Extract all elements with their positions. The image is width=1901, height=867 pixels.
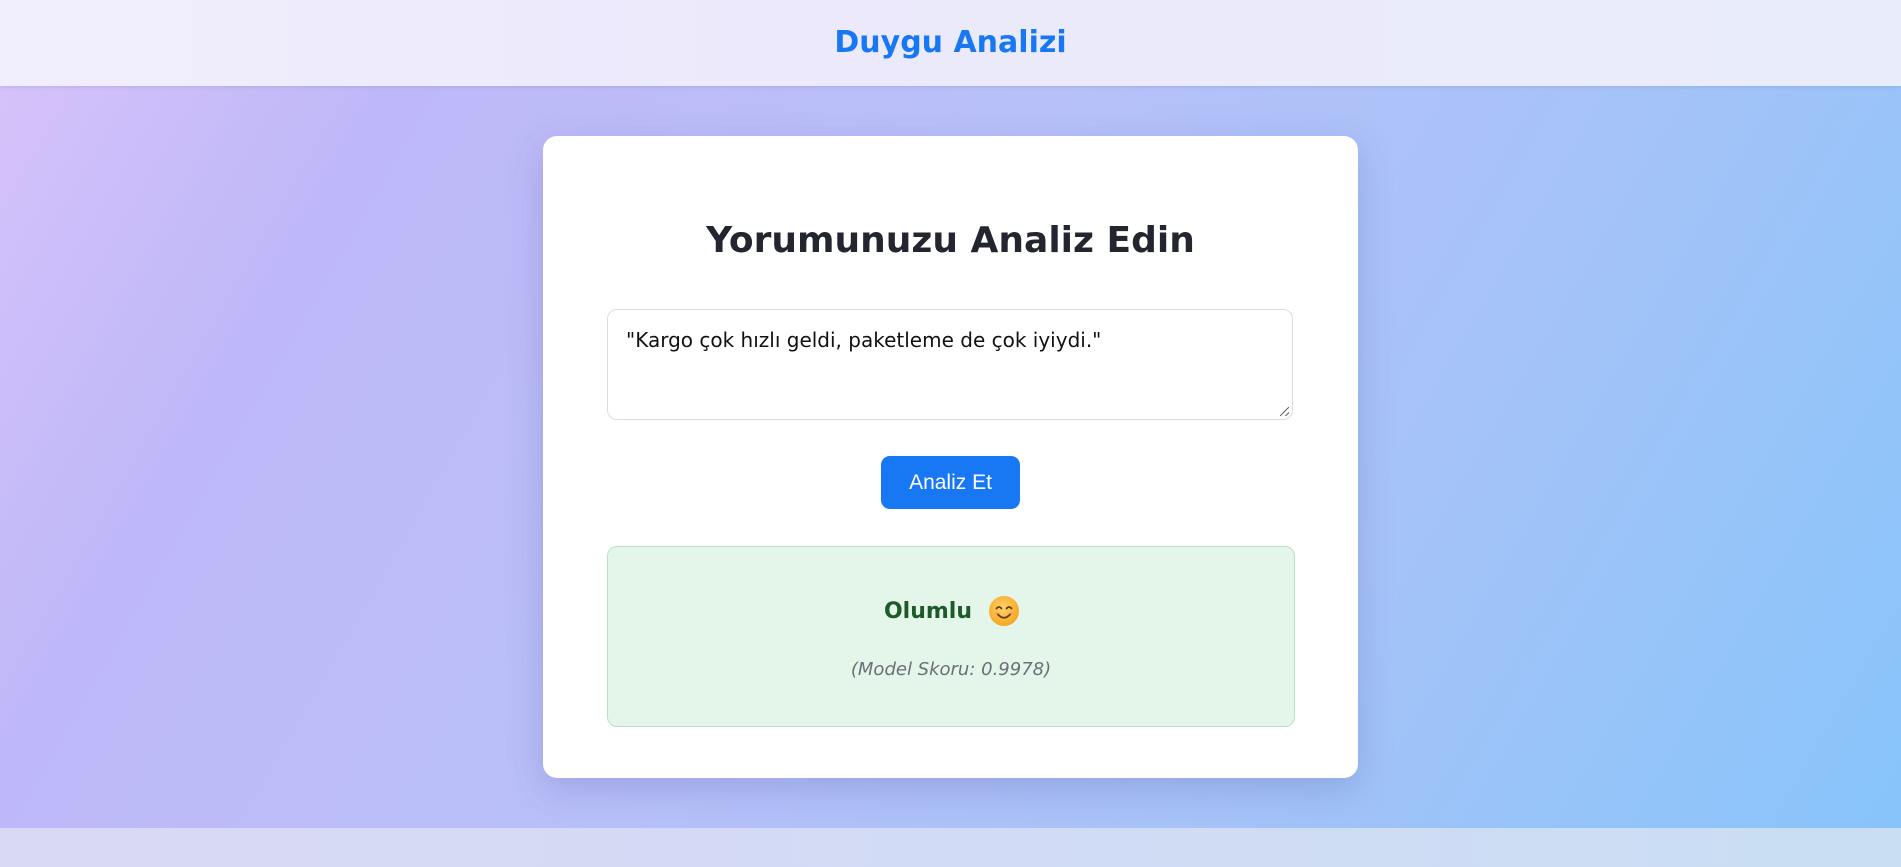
comment-text: "Kargo çok hızlı geldi, paketleme de çok… [626,328,1102,352]
app-title: Duygu Analizi [834,24,1067,60]
result-panel: Olumlu (Model Skoru: 0.9978) [607,546,1295,727]
resize-handle-icon[interactable] [1280,407,1289,416]
app-header: Duygu Analizi [0,0,1901,86]
smiling-face-icon [989,596,1020,626]
page-footer [0,828,1901,867]
sentiment-label: Olumlu [883,598,973,624]
comment-textarea[interactable]: "Kargo çok hızlı geldi, paketleme de çok… [607,309,1293,420]
result-line: Olumlu [608,595,1294,627]
model-score: (Model Skoru: 0.9978) [850,659,1052,680]
card-title: Yorumunuzu Analiz Edin [706,220,1195,261]
analyze-button[interactable]: Analiz Et [881,456,1020,509]
